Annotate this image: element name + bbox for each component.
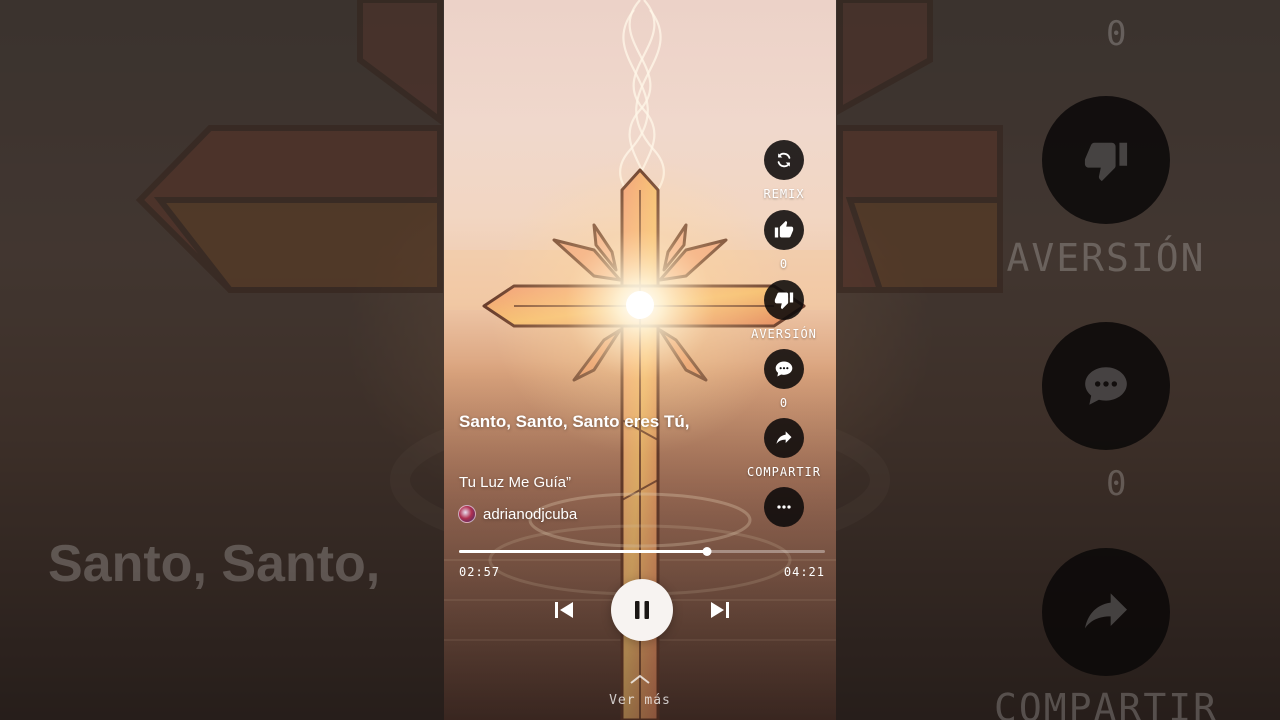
pause-icon <box>635 601 649 619</box>
see-more-label[interactable]: Ver más <box>590 693 690 708</box>
dislike-label: AVERSIÓN <box>751 327 817 341</box>
next-track-button[interactable] <box>708 600 732 620</box>
channel-avatar[interactable] <box>458 505 476 523</box>
progress-bar[interactable] <box>459 547 825 556</box>
more-action <box>740 487 828 527</box>
chevron-up-icon <box>630 674 650 684</box>
more-options-button[interactable] <box>764 487 804 527</box>
dislike-action: AVERSIÓN <box>740 280 828 341</box>
share-icon <box>776 431 792 444</box>
background-share-label: COMPARTIR <box>994 686 1218 720</box>
elapsed-time: 02:57 <box>459 565 501 579</box>
like-action: 0 <box>740 210 828 271</box>
background-comment-icon <box>1042 322 1170 450</box>
thumbs-up-icon <box>774 220 794 238</box>
remix-button[interactable] <box>764 140 804 180</box>
previous-track-button[interactable] <box>552 600 576 620</box>
comments-action: 0 <box>740 349 828 410</box>
background-thumbs-down-icon <box>1042 96 1170 224</box>
like-button[interactable] <box>764 210 804 250</box>
video-title[interactable]: Tu Luz Me Guía” <box>459 474 571 491</box>
progress-scrubber[interactable] <box>702 547 712 556</box>
background-dislike-label: AVERSIÓN <box>1006 236 1206 280</box>
background-lyric-echo: Santo, Santo, <box>48 535 381 593</box>
share-button[interactable] <box>764 418 804 458</box>
share-label: COMPARTIR <box>746 465 822 479</box>
share-action: COMPARTIR <box>740 418 828 479</box>
dislike-button[interactable] <box>764 280 804 320</box>
remix-label: REMIX <box>763 187 805 201</box>
comments-button[interactable] <box>764 349 804 389</box>
remix-action: REMIX <box>740 140 828 201</box>
total-duration: 04:21 <box>783 565 825 579</box>
remix-icon <box>777 152 791 168</box>
see-more-toggle[interactable]: Ver más <box>590 672 690 708</box>
background-share-icon <box>1042 548 1170 676</box>
thumbs-down-icon <box>774 292 794 310</box>
more-horizontal-icon <box>777 505 791 509</box>
pause-button[interactable] <box>611 579 673 641</box>
lyric-line: Santo, Santo, Santo eres Tú, <box>459 412 690 431</box>
like-count: 0 <box>779 257 789 271</box>
channel-link[interactable]: adrianodjcuba <box>458 503 577 525</box>
comments-count: 0 <box>779 396 789 410</box>
channel-name[interactable]: adrianodjcuba <box>483 506 577 523</box>
comment-icon <box>775 361 793 377</box>
shorts-player: REMIX 0 AVERSIÓN 0 COMPARTIR Santo, Sant… <box>444 0 836 720</box>
progress-fill <box>459 550 708 553</box>
